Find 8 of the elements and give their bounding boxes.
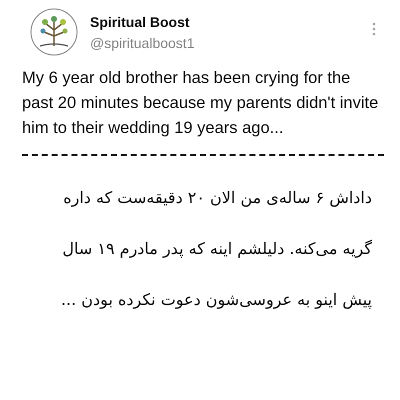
author-handle: @spiritualboost1 — [90, 34, 196, 50]
tree-logo — [30, 8, 78, 56]
translation-line: پیش اینو به عروسی‌شون دعوت نکرده بودن ... — [60, 290, 372, 310]
more-options-icon[interactable] — [372, 22, 376, 36]
author-name: Spiritual Boost — [90, 14, 191, 30]
translation-line: گریه می‌کنه. دلیلشم اینه که پدر مادرم ۱۹ سال — [61, 239, 372, 258]
translation-line: داداش ۶ ساله‌ی من الان ۲۰ دقیقه‌ست که داره — [62, 188, 372, 208]
tweet-text: My 6 year old brother has been crying for the past 20 minutes because my parents didn't invite him to their wedding 19 years ago... — [22, 68, 380, 138]
